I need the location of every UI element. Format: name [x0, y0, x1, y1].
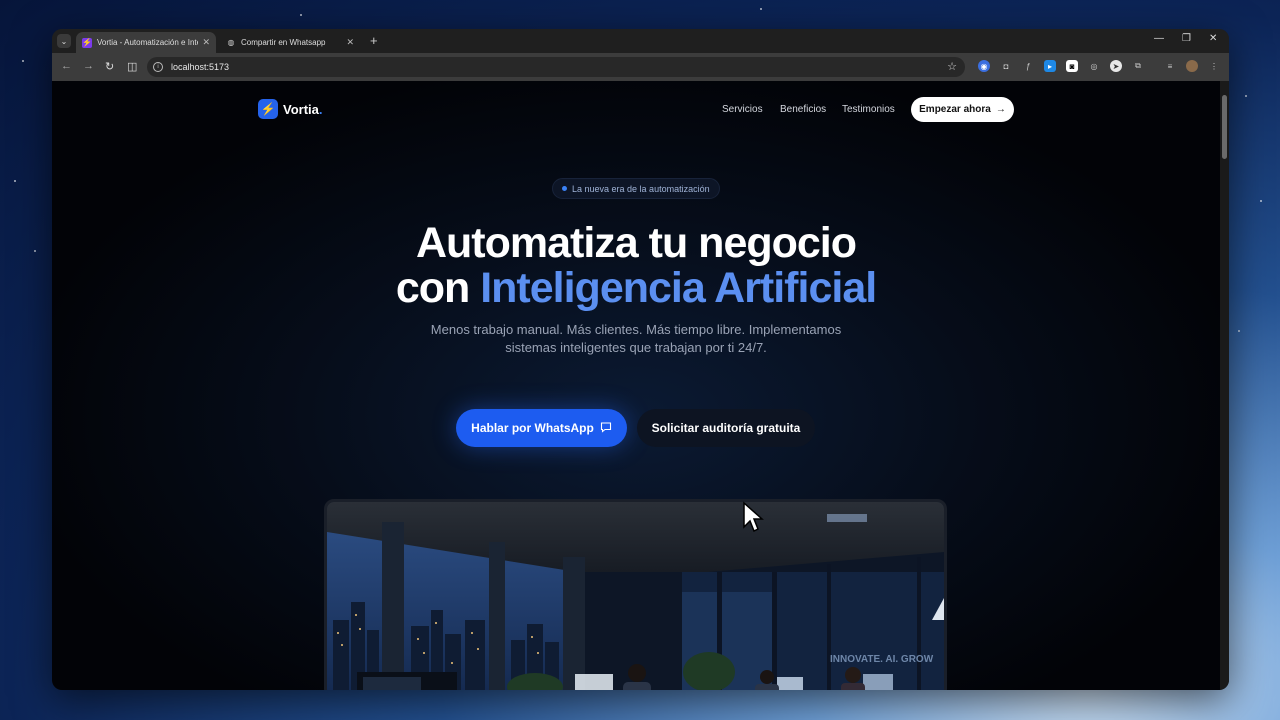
- landing-page: ⚡ Vortia. Servicios Beneficios Testimoni…: [52, 81, 1220, 690]
- cursor-extension-icon[interactable]: ➤: [1110, 60, 1122, 72]
- tab-vortia[interactable]: ⚡ Vortia - Automatización e Intel ✕: [76, 32, 216, 53]
- browser-window: ⌄ ⚡ Vortia - Automatización e Intel ✕ ◍ …: [52, 29, 1229, 690]
- headline-prefix: con: [395, 264, 470, 312]
- hero-office-image: INNOVATE. AI. GROW: [324, 499, 947, 690]
- headline-accent: Inteligencia Artificial: [480, 264, 877, 312]
- arrow-right-icon: →: [995, 104, 1006, 115]
- forward-icon[interactable]: →: [83, 60, 94, 72]
- browser-toolbar: ← → ↻ ◫ i localhost:5173 ☆ ◉ ◘ ƒ ▸ ◙ ◎ ➤…: [52, 53, 1229, 81]
- new-tab-icon[interactable]: +: [370, 33, 378, 48]
- close-tab-icon[interactable]: ✕: [346, 37, 354, 48]
- menu-icon[interactable]: ⋮: [1208, 60, 1220, 72]
- tab-search-icon[interactable]: ⌄: [57, 34, 71, 48]
- whatsapp-button-label: Hablar por WhatsApp: [471, 421, 594, 435]
- nav-servicios[interactable]: Servicios: [722, 104, 763, 115]
- profile-avatar[interactable]: [1186, 60, 1198, 72]
- tab-strip: ⌄ ⚡ Vortia - Automatización e Intel ✕ ◍ …: [52, 29, 1229, 53]
- ai-extension-icon[interactable]: ◙: [1066, 60, 1078, 72]
- free-audit-button[interactable]: Solicitar auditoría gratuita: [637, 409, 815, 447]
- camera-extension-icon[interactable]: ◘: [1000, 60, 1012, 72]
- extension-icon[interactable]: ◉: [978, 60, 990, 72]
- tab-title: Compartir en Whatsapp: [241, 38, 326, 47]
- nav-testimonios[interactable]: Testimonios: [842, 104, 895, 115]
- start-now-button[interactable]: Empezar ahora →: [911, 97, 1014, 122]
- minimize-icon[interactable]: —: [1154, 33, 1164, 44]
- wall-text: INNOVATE. AI. GROW: [830, 654, 934, 665]
- url-text: localhost:5173: [171, 62, 230, 72]
- vortia-favicon-icon: ⚡: [82, 37, 92, 48]
- play-extension-icon[interactable]: ▸: [1044, 60, 1056, 72]
- badge-dot-icon: [562, 186, 567, 191]
- chat-bubble-icon: [600, 421, 612, 436]
- brand-logo[interactable]: ⚡ Vortia.: [258, 99, 323, 119]
- site-info-icon[interactable]: i: [153, 62, 163, 72]
- headline-line-1: Automatiza tu negocio: [415, 219, 857, 267]
- close-window-icon[interactable]: ✕: [1209, 33, 1217, 44]
- reading-list-icon[interactable]: ≡: [1164, 60, 1176, 72]
- restore-icon[interactable]: ❐: [1182, 33, 1191, 44]
- close-tab-icon[interactable]: ✕: [202, 37, 210, 48]
- globe-icon: ◍: [227, 38, 235, 47]
- headline-line-2: con Inteligencia Artificial: [52, 264, 1220, 313]
- split-view-icon[interactable]: ◫: [127, 60, 137, 73]
- scrollbar-thumb[interactable]: [1222, 95, 1227, 159]
- subtitle-line-2: sistemas inteligentes que trabajan por t…: [505, 340, 767, 355]
- tab-title: Vortia - Automatización e Intel: [97, 38, 199, 47]
- subtitle-line-1: Menos trabajo manual. Más clientes. Más …: [430, 322, 842, 337]
- page-scrollbar[interactable]: [1220, 81, 1229, 690]
- back-icon[interactable]: ←: [61, 60, 72, 72]
- brand-name: Vortia: [283, 101, 319, 117]
- circle-extension-icon[interactable]: ◎: [1088, 60, 1100, 72]
- start-now-label: Empezar ahora: [919, 104, 991, 115]
- free-audit-label: Solicitar auditoría gratuita: [651, 421, 801, 435]
- bookmark-star-icon[interactable]: ☆: [947, 60, 957, 73]
- puzzle-extensions-icon[interactable]: ⧉: [1132, 60, 1144, 72]
- formula-extension-icon[interactable]: ƒ: [1022, 60, 1034, 72]
- badge-text: La nueva era de la automatización: [572, 183, 710, 194]
- reload-icon[interactable]: ↻: [105, 60, 114, 73]
- address-bar[interactable]: i localhost:5173 ☆: [147, 57, 965, 77]
- mouse-cursor-icon: [743, 501, 764, 533]
- brand-dot: .: [318, 101, 323, 117]
- tab-whatsapp[interactable]: ◍ Compartir en Whatsapp ✕: [220, 32, 360, 53]
- hero-badge: La nueva era de la automatización: [552, 178, 720, 199]
- whatsapp-button[interactable]: Hablar por WhatsApp: [456, 409, 627, 447]
- lightning-icon: ⚡: [258, 99, 278, 119]
- nav-beneficios[interactable]: Beneficios: [780, 104, 826, 115]
